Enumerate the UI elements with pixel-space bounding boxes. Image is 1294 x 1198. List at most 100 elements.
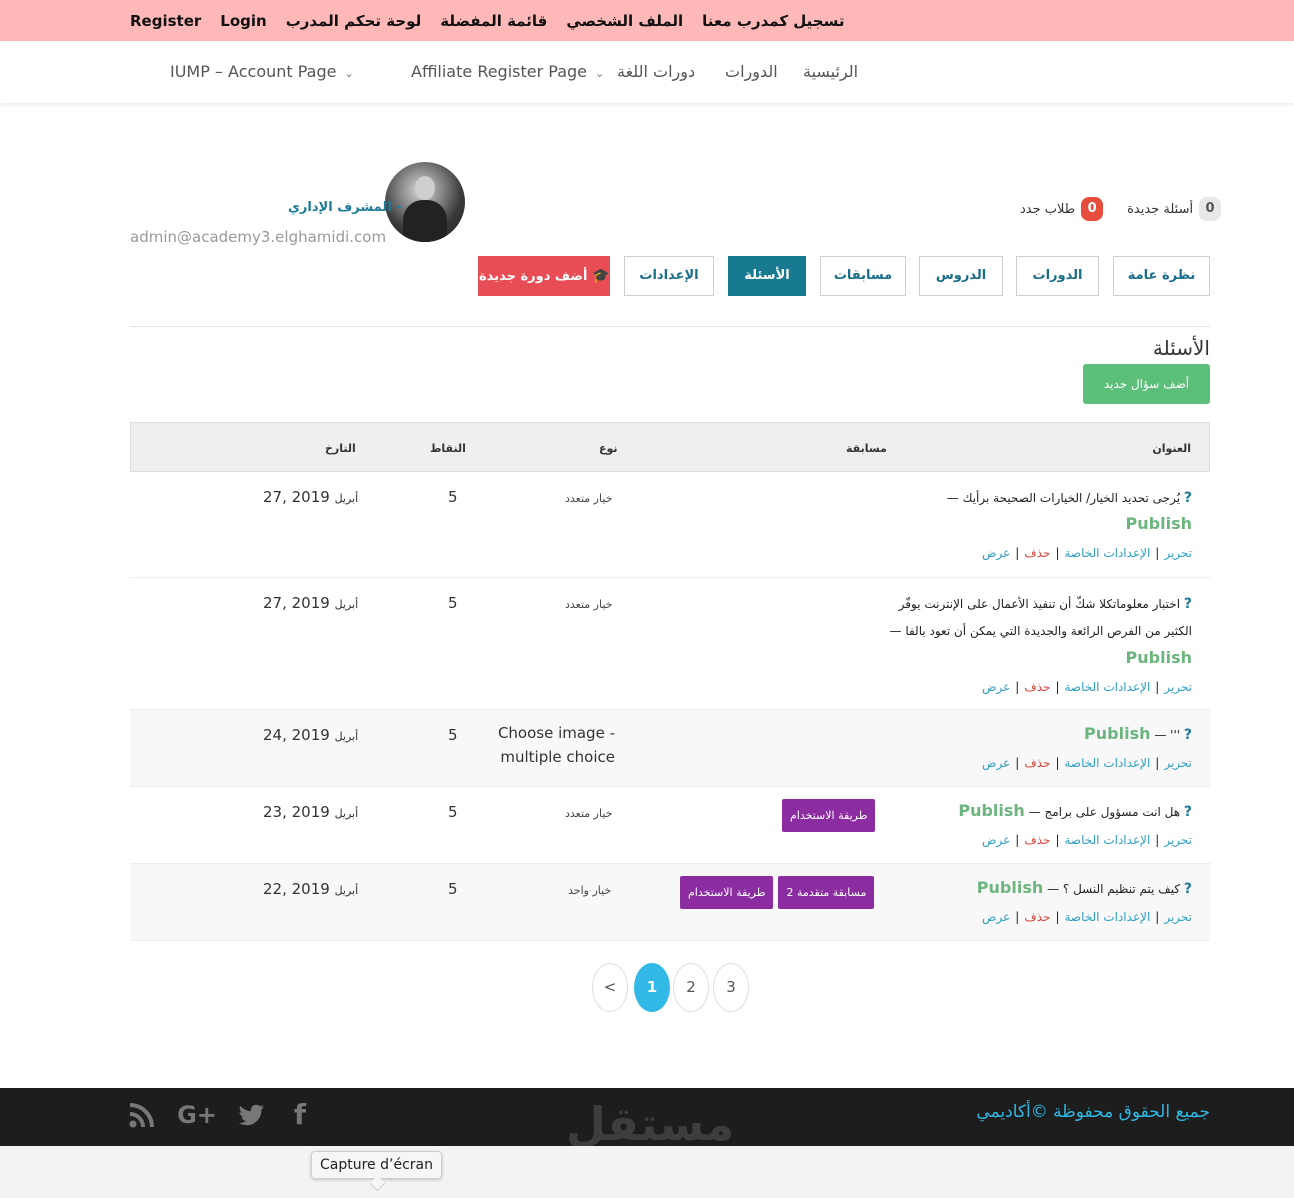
delete-link[interactable]: حذف [1024,910,1050,924]
question-type: خيار متعدد [565,492,613,505]
question-icon: ? [1183,727,1192,743]
quiz-pill[interactable]: مسابقة متقدمة 2 [778,876,875,909]
date-day-year: 24, 2019 [263,726,330,744]
status-label: Publish [976,878,1044,897]
question-title[interactable]: ? كيف يتم تنظيم النسل ؟ — Publish [977,878,1192,897]
nav-account-page[interactable]: IUMP – Account Page ⌄ [170,41,354,103]
quiz-pill[interactable]: طريقة الاستخدام [782,799,876,832]
header-type: نوع [599,442,618,455]
delete-link[interactable]: حذف [1024,833,1050,847]
table-header: العنوان مسابقة نوع النقاط التارخ [130,422,1210,472]
question-points: 5 [448,803,458,821]
date-day-year: 27, 2019 [263,594,330,612]
edit-link[interactable]: تحرير [1164,910,1192,924]
tab-questions[interactable]: الأسئلة [728,256,806,296]
top-bar: Register Login لوحة تحكم المدرب قائمة ال… [0,0,1294,41]
quiz-pill[interactable]: طريقة الاستخدام [680,876,774,909]
table-row: ? يُرجى تحديد الخيار/ الخيارات الصحيحة ب… [130,472,1210,578]
question-icon: ? [1183,490,1192,506]
edit-link[interactable]: تحرير [1164,833,1192,847]
special-settings-link[interactable]: الإعدادات الخاصة [1065,756,1151,770]
twitter-icon[interactable] [238,1098,266,1132]
tab-settings[interactable]: الإعدادات [624,256,714,296]
trainer-dashboard-link[interactable]: لوحة تحكم المدرب [286,12,422,30]
pagination-page-3[interactable]: 3 [713,963,749,1012]
rss-icon[interactable] [128,1098,156,1132]
question-text: ''' — [1154,728,1181,742]
status-label: Publish [1125,648,1192,667]
question-icon: ? [1183,596,1192,612]
view-link[interactable]: عرض [982,680,1010,694]
divider [130,326,1210,327]
status-badge: Publish [1126,514,1192,533]
table-row: ? هل انت مسؤول على برامج — Publish تحرير… [130,787,1210,864]
question-text-line2: الكثير من الفرص الرائعة والجديدة التي يم… [889,624,1193,638]
question-title[interactable]: ? اختبار معلوماتكلا شكّ أن تنفيذ الأعمال… [899,596,1192,612]
question-points: 5 [448,488,458,506]
header-title: العنوان [1152,442,1191,455]
tab-lessons[interactable]: الدروس [919,256,1003,296]
nav-affiliate[interactable]: Affiliate Register Page ⌄ [411,41,604,103]
google-plus-icon[interactable]: G+ [176,1098,218,1132]
edit-link[interactable]: تحرير [1164,756,1192,770]
stats-bar: طلاب جدد 0 أسئلة جديدة 0 [1020,196,1222,222]
view-link[interactable]: عرض [982,756,1010,770]
nav-affiliate-label: Affiliate Register Page [411,62,588,81]
status-badge: Publish [1126,648,1192,667]
question-title[interactable]: ? يُرجى تحديد الخيار/ الخيارات الصحيحة ب… [947,490,1192,506]
tab-quizzes[interactable]: مسابقات [820,256,906,296]
add-course-button[interactable]: أضف دورة جديدة 🎓 [478,256,610,296]
special-settings-link[interactable]: الإعدادات الخاصة [1065,546,1151,560]
facebook-icon[interactable]: f [290,1098,310,1132]
page-title: الأسئلة [1152,336,1210,360]
pagination-page-1[interactable]: 1 [634,963,670,1012]
question-date: 23, 2019 أبريل [263,803,358,821]
question-title[interactable]: ? ''' — Publish [1084,724,1192,743]
question-type-line2: multiple choice [500,748,615,766]
copyright-text: جميع الحقوق محفوظة ©أكاديمي [976,1102,1210,1122]
edit-link[interactable]: تحرير [1164,546,1192,560]
nav-courses[interactable]: الدورات [725,41,778,103]
profile-link[interactable]: الملف الشخصي [566,12,683,30]
row-actions: تحرير|الإعدادات الخاصة|حذف|عرض [981,546,1192,560]
add-question-button[interactable]: أضف سؤال جديد [1083,364,1210,404]
register-link[interactable]: Register [130,12,201,30]
edit-link[interactable]: تحرير [1164,680,1192,694]
view-link[interactable]: عرض [982,833,1010,847]
main-nav: IUMP – Account Page ⌄ Affiliate Register … [0,41,1294,103]
question-points: 5 [448,594,458,612]
tab-overview[interactable]: نظرة عامة [1113,256,1210,296]
login-link[interactable]: Login [220,12,266,30]
special-settings-link[interactable]: الإعدادات الخاصة [1065,833,1151,847]
date-month: أبريل [334,492,359,505]
question-title[interactable]: ? هل انت مسؤول على برامج — Publish [958,801,1192,820]
pagination-prev[interactable]: < [592,963,628,1012]
top-links: Register Login لوحة تحكم المدرب قائمة ال… [130,0,845,41]
table-row: ? ''' — Publish تحرير|الإعدادات الخاصة|ح… [130,710,1210,787]
profile-email: admin@academy3.elghamidi.com [130,228,387,246]
header-date: التارخ [325,442,356,455]
question-text: هل انت مسؤول على برامج — [1028,805,1181,819]
nav-account-page-label: IUMP – Account Page [170,62,337,81]
view-link[interactable]: عرض [982,910,1010,924]
avatar-body [403,200,447,242]
favorites-link[interactable]: قائمة المفضلة [440,12,547,30]
table-row: ? اختبار معلوماتكلا شكّ أن تنفيذ الأعمال… [130,578,1210,710]
pagination-page-2[interactable]: 2 [673,963,709,1012]
question-type-line1: Choose image - [497,724,615,742]
special-settings-link[interactable]: الإعدادات الخاصة [1065,910,1151,924]
delete-link[interactable]: حذف [1024,680,1050,694]
nav-home[interactable]: الرئيسية [803,41,858,103]
question-text: كيف يتم تنظيم النسل ؟ — [1047,882,1181,896]
date-month: أبريل [334,807,359,820]
special-settings-link[interactable]: الإعدادات الخاصة [1065,680,1151,694]
delete-link[interactable]: حذف [1024,756,1050,770]
nav-language-courses[interactable]: دورات اللغة [617,41,695,103]
register-trainer-link[interactable]: تسجيل كمدرب معنا [702,12,844,30]
question-icon: ? [1183,804,1192,820]
delete-link[interactable]: حذف [1024,546,1050,560]
view-link[interactable]: عرض [982,546,1010,560]
tab-courses[interactable]: الدورات [1016,256,1099,296]
question-date: 22, 2019 أبريل [263,880,358,898]
question-text: اختبار معلوماتكلا شكّ أن تنفيذ الأعمال ع… [898,597,1181,611]
